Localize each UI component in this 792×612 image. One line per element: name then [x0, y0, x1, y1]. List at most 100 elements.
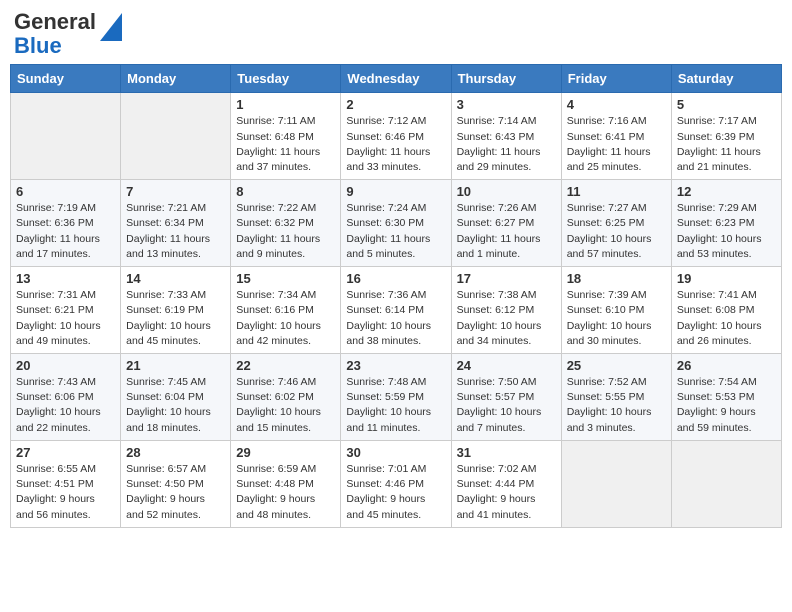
day-number: 1	[236, 97, 335, 112]
weekday-header-saturday: Saturday	[671, 65, 781, 93]
day-info: Sunrise: 7:54 AMSunset: 5:53 PMDaylight:…	[677, 375, 776, 436]
day-info: Sunrise: 7:27 AMSunset: 6:25 PMDaylight:…	[567, 201, 666, 262]
day-number: 6	[16, 184, 115, 199]
day-info: Sunrise: 7:01 AMSunset: 4:46 PMDaylight:…	[346, 462, 445, 523]
calendar-week-row: 27Sunrise: 6:55 AMSunset: 4:51 PMDayligh…	[11, 440, 782, 527]
weekday-header-monday: Monday	[121, 65, 231, 93]
calendar-table: SundayMondayTuesdayWednesdayThursdayFrid…	[10, 64, 782, 527]
calendar-cell: 1 Sunrise: 7:11 AMSunset: 6:48 PMDaylight…	[231, 93, 341, 180]
day-info: Sunrise: 7:34 AMSunset: 6:16 PMDaylight:…	[236, 288, 335, 349]
day-info: Sunrise: 7:19 AMSunset: 6:36 PMDaylight:…	[16, 201, 115, 262]
day-info: Sunrise: 7:39 AMSunset: 6:10 PMDaylight:…	[567, 288, 666, 349]
weekday-header-row: SundayMondayTuesdayWednesdayThursdayFrid…	[11, 65, 782, 93]
calendar-cell: 31 Sunrise: 7:02 AMSunset: 4:44 PMDayligh…	[451, 440, 561, 527]
day-number: 21	[126, 358, 225, 373]
calendar-cell: 11 Sunrise: 7:27 AMSunset: 6:25 PMDayligh…	[561, 180, 671, 267]
day-info: Sunrise: 7:45 AMSunset: 6:04 PMDaylight:…	[126, 375, 225, 436]
weekday-header-friday: Friday	[561, 65, 671, 93]
calendar-cell: 25 Sunrise: 7:52 AMSunset: 5:55 PMDayligh…	[561, 354, 671, 441]
calendar-cell: 27Sunrise: 6:55 AMSunset: 4:51 PMDayligh…	[11, 440, 121, 527]
calendar-cell: 6 Sunrise: 7:19 AMSunset: 6:36 PMDaylight…	[11, 180, 121, 267]
day-number: 11	[567, 184, 666, 199]
logo-general: General	[14, 9, 96, 34]
page-header: General Blue	[10, 10, 782, 58]
day-number: 9	[346, 184, 445, 199]
calendar-cell: 19Sunrise: 7:41 AMSunset: 6:08 PMDayligh…	[671, 267, 781, 354]
day-info: Sunrise: 7:48 AMSunset: 5:59 PMDaylight:…	[346, 375, 445, 436]
calendar-cell: 21 Sunrise: 7:45 AMSunset: 6:04 PMDayligh…	[121, 354, 231, 441]
calendar-week-row: 1 Sunrise: 7:11 AMSunset: 6:48 PMDaylight…	[11, 93, 782, 180]
day-number: 16	[346, 271, 445, 286]
day-info: Sunrise: 7:17 AMSunset: 6:39 PMDaylight:…	[677, 114, 776, 175]
day-number: 20	[16, 358, 115, 373]
calendar-cell: 10 Sunrise: 7:26 AMSunset: 6:27 PMDayligh…	[451, 180, 561, 267]
calendar-cell: 13 Sunrise: 7:31 AMSunset: 6:21 PMDayligh…	[11, 267, 121, 354]
calendar-cell	[561, 440, 671, 527]
day-info: Sunrise: 7:31 AMSunset: 6:21 PMDaylight:…	[16, 288, 115, 349]
day-info: Sunrise: 7:02 AMSunset: 4:44 PMDaylight:…	[457, 462, 556, 523]
day-number: 24	[457, 358, 556, 373]
day-info: Sunrise: 7:46 AMSunset: 6:02 PMDaylight:…	[236, 375, 335, 436]
calendar-cell: 23 Sunrise: 7:48 AMSunset: 5:59 PMDayligh…	[341, 354, 451, 441]
calendar-cell: 20 Sunrise: 7:43 AMSunset: 6:06 PMDayligh…	[11, 354, 121, 441]
day-info: Sunrise: 7:14 AMSunset: 6:43 PMDaylight:…	[457, 114, 556, 175]
calendar-cell: 18Sunrise: 7:39 AMSunset: 6:10 PMDayligh…	[561, 267, 671, 354]
day-number: 12	[677, 184, 776, 199]
calendar-cell: 17Sunrise: 7:38 AMSunset: 6:12 PMDayligh…	[451, 267, 561, 354]
day-info: Sunrise: 7:38 AMSunset: 6:12 PMDaylight:…	[457, 288, 556, 349]
calendar-cell: 8 Sunrise: 7:22 AMSunset: 6:32 PMDaylight…	[231, 180, 341, 267]
logo-arrow-icon	[100, 13, 122, 41]
weekday-header-sunday: Sunday	[11, 65, 121, 93]
day-number: 15	[236, 271, 335, 286]
calendar-cell: 12 Sunrise: 7:29 AMSunset: 6:23 PMDayligh…	[671, 180, 781, 267]
day-number: 3	[457, 97, 556, 112]
calendar-cell: 30 Sunrise: 7:01 AMSunset: 4:46 PMDayligh…	[341, 440, 451, 527]
day-info: Sunrise: 7:33 AMSunset: 6:19 PMDaylight:…	[126, 288, 225, 349]
logo-blue: Blue	[14, 33, 62, 58]
day-info: Sunrise: 7:36 AMSunset: 6:14 PMDaylight:…	[346, 288, 445, 349]
day-info: Sunrise: 7:11 AMSunset: 6:48 PMDaylight:…	[236, 114, 335, 175]
day-number: 23	[346, 358, 445, 373]
day-number: 8	[236, 184, 335, 199]
weekday-header-thursday: Thursday	[451, 65, 561, 93]
calendar-cell: 5 Sunrise: 7:17 AMSunset: 6:39 PMDaylight…	[671, 93, 781, 180]
day-number: 19	[677, 271, 776, 286]
calendar-week-row: 13 Sunrise: 7:31 AMSunset: 6:21 PMDayligh…	[11, 267, 782, 354]
day-info: Sunrise: 7:52 AMSunset: 5:55 PMDaylight:…	[567, 375, 666, 436]
day-number: 22	[236, 358, 335, 373]
day-info: Sunrise: 7:43 AMSunset: 6:06 PMDaylight:…	[16, 375, 115, 436]
calendar-cell: 24Sunrise: 7:50 AMSunset: 5:57 PMDayligh…	[451, 354, 561, 441]
day-number: 5	[677, 97, 776, 112]
day-number: 28	[126, 445, 225, 460]
calendar-cell	[671, 440, 781, 527]
calendar-cell: 7Sunrise: 7:21 AMSunset: 6:34 PMDaylight…	[121, 180, 231, 267]
day-info: Sunrise: 7:16 AMSunset: 6:41 PMDaylight:…	[567, 114, 666, 175]
day-info: Sunrise: 7:22 AMSunset: 6:32 PMDaylight:…	[236, 201, 335, 262]
calendar-cell: 22 Sunrise: 7:46 AMSunset: 6:02 PMDayligh…	[231, 354, 341, 441]
weekday-header-wednesday: Wednesday	[341, 65, 451, 93]
day-info: Sunrise: 7:26 AMSunset: 6:27 PMDaylight:…	[457, 201, 556, 262]
day-number: 30	[346, 445, 445, 460]
day-info: Sunrise: 7:21 AMSunset: 6:34 PMDaylight:…	[126, 201, 225, 262]
logo: General Blue	[14, 10, 122, 58]
day-number: 14	[126, 271, 225, 286]
weekday-header-tuesday: Tuesday	[231, 65, 341, 93]
calendar-cell	[121, 93, 231, 180]
day-number: 31	[457, 445, 556, 460]
day-number: 29	[236, 445, 335, 460]
day-number: 10	[457, 184, 556, 199]
day-info: Sunrise: 6:57 AMSunset: 4:50 PMDaylight:…	[126, 462, 225, 523]
calendar-cell: 4 Sunrise: 7:16 AMSunset: 6:41 PMDaylight…	[561, 93, 671, 180]
day-info: Sunrise: 6:59 AMSunset: 4:48 PMDaylight:…	[236, 462, 335, 523]
day-info: Sunrise: 7:12 AMSunset: 6:46 PMDaylight:…	[346, 114, 445, 175]
calendar-cell: 29 Sunrise: 6:59 AMSunset: 4:48 PMDayligh…	[231, 440, 341, 527]
day-number: 25	[567, 358, 666, 373]
day-info: Sunrise: 7:29 AMSunset: 6:23 PMDaylight:…	[677, 201, 776, 262]
calendar-cell: 3 Sunrise: 7:14 AMSunset: 6:43 PMDaylight…	[451, 93, 561, 180]
calendar-cell: 15 Sunrise: 7:34 AMSunset: 6:16 PMDayligh…	[231, 267, 341, 354]
calendar-cell: 26Sunrise: 7:54 AMSunset: 5:53 PMDayligh…	[671, 354, 781, 441]
day-number: 13	[16, 271, 115, 286]
day-number: 27	[16, 445, 115, 460]
logo-text: General Blue	[14, 10, 96, 58]
day-number: 4	[567, 97, 666, 112]
